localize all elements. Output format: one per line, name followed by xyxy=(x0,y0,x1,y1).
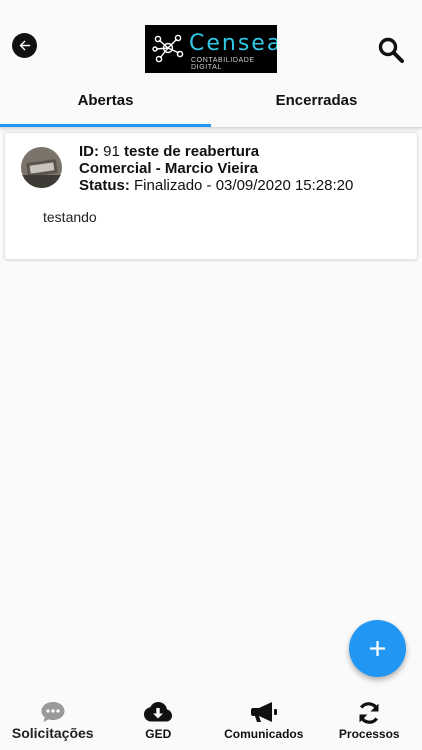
arrow-left-icon xyxy=(19,40,31,51)
ticket-id-value: 91 xyxy=(103,143,120,160)
ticket-title: teste de reabertura xyxy=(124,143,260,160)
nav-solicitacoes[interactable]: Solicitações xyxy=(0,694,106,750)
tab-bar: Abertas Encerradas xyxy=(0,82,422,128)
add-request-button[interactable] xyxy=(349,620,406,677)
ticket-id-label: ID: xyxy=(79,143,99,160)
nav-comunicados[interactable]: Comunicados xyxy=(211,694,317,750)
ticket-status-line: Status: Finalizado - 03/09/2020 15:28:20 xyxy=(79,177,409,194)
ticket-details: ID: 91 teste de reabertura Comercial - M… xyxy=(79,143,409,194)
ticket-id-line: ID: 91 teste de reabertura xyxy=(79,143,409,160)
search-icon xyxy=(378,37,404,63)
ticket-card[interactable]: ID: 91 teste de reabertura Comercial - M… xyxy=(4,132,418,260)
logo-subtitle: CONTABILIDADE DIGITAL xyxy=(191,57,255,71)
sync-icon xyxy=(359,702,379,724)
plus-icon xyxy=(370,641,385,656)
nav-solicitacoes-label: Solicitações xyxy=(11,725,94,741)
ticket-department: Comercial - Marcio Vieira xyxy=(79,160,258,177)
nav-ged-label: GED xyxy=(145,727,172,741)
ticket-status-value: Finalizado - 03/09/2020 15:28:20 xyxy=(134,177,354,194)
tab-encerradas[interactable]: Encerradas xyxy=(211,82,422,127)
nav-comunicados-label: Comunicados xyxy=(224,727,304,741)
logo-name: Censea xyxy=(189,31,277,56)
back-button[interactable] xyxy=(12,33,37,58)
bottom-navigation: Solicitações GED Comunicados Processos xyxy=(0,694,422,750)
network-node-icon xyxy=(152,34,184,63)
ticket-description: testando xyxy=(43,209,97,225)
avatar xyxy=(21,147,62,188)
chat-bubble-icon xyxy=(41,702,65,722)
cloud-download-icon xyxy=(144,702,173,722)
megaphone-icon xyxy=(250,702,277,722)
app-header: Censea CONTABILIDADE DIGITAL xyxy=(0,0,422,90)
ticket-status-label: Status: xyxy=(79,177,130,194)
nav-processos-label: Processos xyxy=(338,727,400,741)
search-button[interactable] xyxy=(377,36,405,64)
nav-processos[interactable]: Processos xyxy=(317,694,422,750)
tab-abertas[interactable]: Abertas xyxy=(0,82,211,127)
nav-ged[interactable]: GED xyxy=(106,694,212,750)
censea-logo: Censea CONTABILIDADE DIGITAL xyxy=(145,25,277,73)
